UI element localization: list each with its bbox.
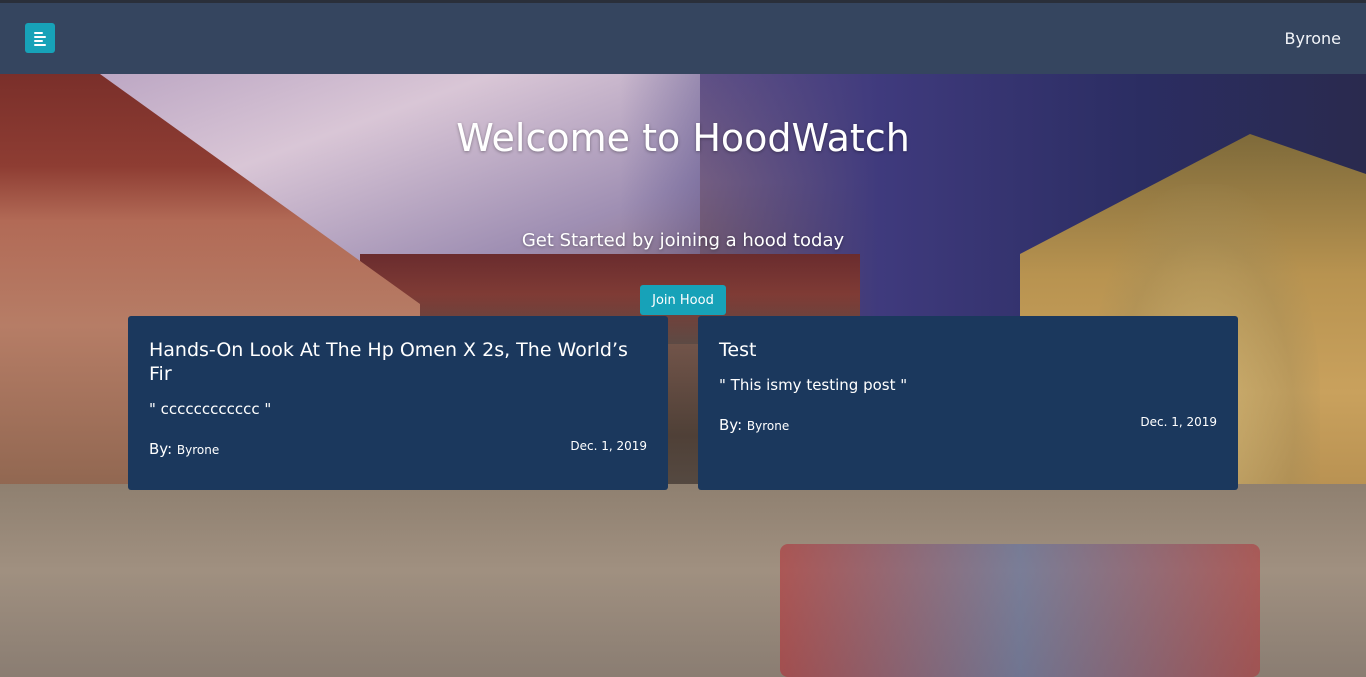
post-body: " This ismy testing post " bbox=[719, 376, 908, 394]
hero-section: Welcome to HoodWatch Get Started by join… bbox=[0, 74, 1366, 677]
post-by-label: By: bbox=[149, 440, 173, 458]
post-title: Hands-On Look At The Hp Omen X 2s, The W… bbox=[149, 339, 628, 385]
navbar: Byrone bbox=[0, 3, 1366, 74]
menu-toggle-button[interactable] bbox=[25, 23, 55, 53]
post-by-label: By: bbox=[719, 416, 743, 434]
hero-title: Welcome to HoodWatch bbox=[456, 116, 910, 160]
join-hood-button[interactable]: Join Hood bbox=[640, 285, 726, 315]
user-menu-link[interactable]: Byrone bbox=[1285, 29, 1341, 48]
post-date: Dec. 1, 2019 bbox=[570, 439, 647, 453]
hero-subtitle: Get Started by joining a hood today bbox=[521, 230, 845, 251]
post-body: " cccccccccccc " bbox=[149, 400, 272, 418]
post-author-line: By: Byrone bbox=[719, 416, 789, 434]
post-card[interactable]: Hands-On Look At The Hp Omen X 2s, The W… bbox=[128, 316, 668, 490]
post-card[interactable]: Test " This ismy testing post " By: Byro… bbox=[698, 316, 1238, 490]
post-title: Test bbox=[719, 339, 757, 361]
post-date: Dec. 1, 2019 bbox=[1140, 415, 1217, 429]
post-author: Byrone bbox=[176, 443, 220, 457]
post-author-line: By: Byrone bbox=[149, 440, 219, 458]
post-author: Byrone bbox=[746, 419, 790, 433]
